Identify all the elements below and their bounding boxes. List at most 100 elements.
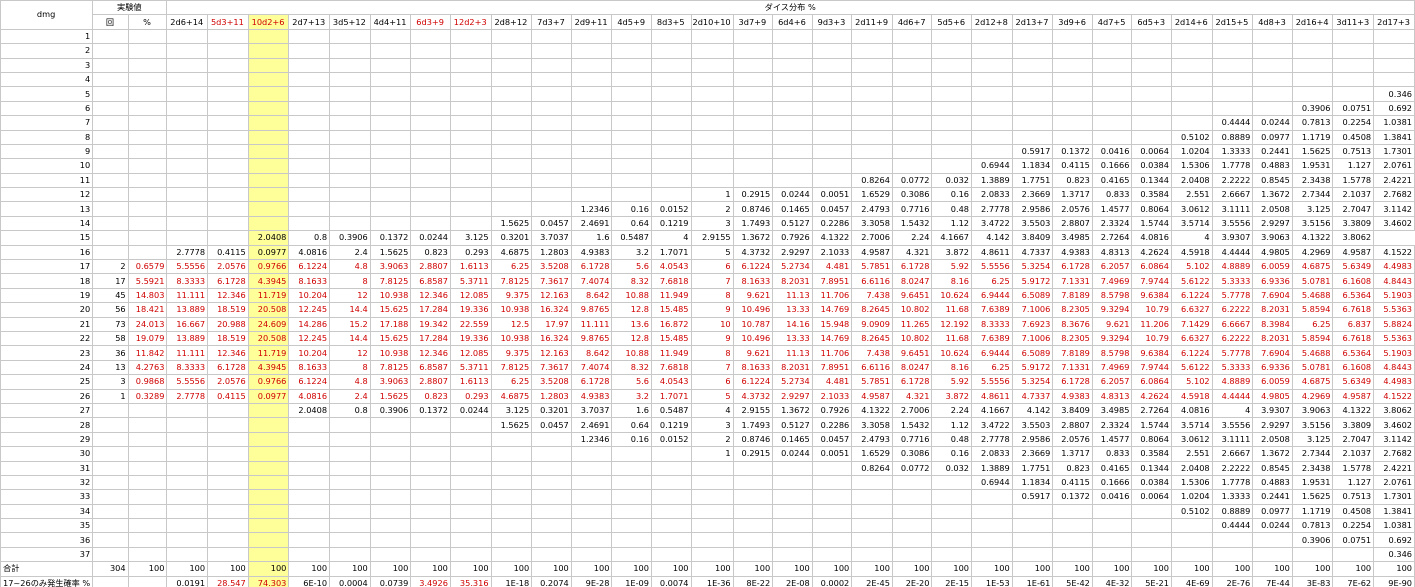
value-cell[interactable]: 11.719 — [247, 345, 290, 361]
value-cell[interactable]: 2.4221 — [1373, 460, 1415, 476]
value-cell[interactable] — [247, 503, 290, 520]
value-cell[interactable]: 4.8443 — [1373, 359, 1415, 376]
value-cell[interactable] — [811, 532, 853, 548]
dmg-cell[interactable]: 3 — [0, 57, 94, 73]
value-cell[interactable] — [1332, 57, 1375, 73]
value-cell[interactable]: 0.4115 — [1052, 474, 1093, 491]
value-cell[interactable] — [329, 546, 371, 563]
value-cell[interactable] — [971, 143, 1013, 160]
value-cell[interactable] — [570, 115, 613, 131]
value-cell[interactable]: 0.1372 — [369, 230, 412, 246]
summary-value[interactable]: 1E-09 — [611, 575, 652, 587]
value-cell[interactable] — [1252, 71, 1293, 88]
value-cell[interactable]: 2.7264 — [1091, 230, 1133, 246]
summary-value[interactable]: 100 — [1252, 561, 1293, 577]
value-cell[interactable]: 16.324 — [531, 302, 572, 318]
value-cell[interactable]: 7.8189 — [1052, 345, 1093, 361]
value-cell[interactable]: 4.4444 — [1211, 244, 1254, 261]
value-cell[interactable]: 3.5556 — [1211, 215, 1254, 232]
value-cell[interactable]: 4.9587 — [1332, 388, 1375, 404]
count-cell[interactable] — [92, 187, 129, 203]
value-cell[interactable]: 3.5714 — [1170, 417, 1213, 433]
value-cell[interactable] — [288, 43, 331, 59]
value-cell[interactable] — [207, 402, 249, 419]
value-cell[interactable] — [531, 201, 572, 217]
value-cell[interactable] — [570, 474, 613, 491]
value-cell[interactable] — [247, 143, 290, 160]
value-cell[interactable] — [410, 28, 451, 45]
value-cell[interactable] — [971, 28, 1013, 45]
value-cell[interactable]: 3 — [690, 215, 734, 232]
value-cell[interactable] — [410, 172, 451, 189]
value-cell[interactable]: 6.1728 — [570, 374, 613, 390]
value-cell[interactable] — [851, 57, 893, 73]
dmg-cell[interactable]: 33 — [0, 489, 94, 505]
value-cell[interactable]: 2.24 — [891, 230, 933, 246]
value-cell[interactable] — [410, 71, 451, 88]
value-cell[interactable]: 2.7344 — [1291, 446, 1334, 462]
value-cell[interactable] — [490, 129, 533, 145]
value-cell[interactable] — [369, 460, 412, 476]
value-cell[interactable] — [369, 518, 412, 534]
value-cell[interactable]: 0.0977 — [247, 388, 290, 404]
value-cell[interactable] — [772, 100, 813, 117]
value-cell[interactable] — [851, 546, 893, 563]
summary-value[interactable]: 1E-53 — [971, 575, 1013, 587]
value-cell[interactable] — [166, 215, 209, 232]
value-cell[interactable] — [1211, 532, 1254, 548]
value-cell[interactable] — [732, 57, 774, 73]
value-cell[interactable]: 0.48 — [931, 431, 973, 448]
value-cell[interactable] — [650, 518, 692, 534]
value-cell[interactable]: 8.32 — [611, 273, 652, 289]
summary-value[interactable]: 100 — [288, 561, 331, 577]
value-cell[interactable] — [449, 503, 492, 520]
value-cell[interactable]: 3.125 — [1291, 431, 1334, 448]
value-cell[interactable] — [490, 86, 533, 102]
value-cell[interactable] — [166, 532, 209, 548]
value-cell[interactable] — [531, 86, 572, 102]
value-cell[interactable]: 4.1322 — [851, 402, 893, 419]
value-cell[interactable]: 5 — [690, 244, 734, 261]
value-cell[interactable] — [851, 28, 893, 45]
value-cell[interactable] — [1131, 71, 1172, 88]
summary-value[interactable]: 4E-32 — [1091, 575, 1133, 587]
value-cell[interactable]: 2.7682 — [1373, 446, 1415, 462]
summary-value[interactable]: 4E-69 — [1170, 575, 1213, 587]
value-cell[interactable]: 12 — [329, 287, 371, 304]
value-cell[interactable]: 3.3809 — [1332, 417, 1375, 433]
value-cell[interactable] — [247, 402, 290, 419]
value-cell[interactable] — [247, 532, 290, 548]
value-cell[interactable]: 4.0816 — [288, 244, 331, 261]
value-cell[interactable]: 1.7778 — [1211, 474, 1254, 491]
value-cell[interactable]: 2.2222 — [1211, 460, 1254, 476]
value-cell[interactable] — [369, 532, 412, 548]
value-cell[interactable] — [811, 518, 853, 534]
percent-cell[interactable]: 19.079 — [127, 330, 168, 347]
value-cell[interactable]: 0.0051 — [811, 446, 853, 462]
value-cell[interactable]: 3.8062 — [1373, 402, 1415, 419]
value-cell[interactable] — [1211, 71, 1254, 88]
value-cell[interactable]: 9.8765 — [570, 330, 613, 347]
value-cell[interactable]: 1.1834 — [1011, 474, 1054, 491]
value-cell[interactable]: 4.142 — [971, 230, 1013, 246]
value-cell[interactable]: 6 — [690, 259, 734, 275]
value-cell[interactable] — [449, 158, 492, 174]
value-cell[interactable] — [1091, 86, 1133, 102]
value-cell[interactable]: 15.948 — [811, 316, 853, 332]
value-cell[interactable]: 2.7778 — [166, 244, 209, 261]
value-cell[interactable]: 18.519 — [207, 330, 249, 347]
value-cell[interactable] — [732, 518, 774, 534]
value-cell[interactable]: 1.6113 — [449, 374, 492, 390]
value-cell[interactable]: 8.2645 — [851, 330, 893, 347]
value-cell[interactable] — [1291, 57, 1334, 73]
value-cell[interactable]: 1.6113 — [449, 259, 492, 275]
value-cell[interactable] — [732, 28, 774, 45]
value-cell[interactable] — [1011, 503, 1054, 520]
value-cell[interactable] — [931, 86, 973, 102]
value-cell[interactable] — [369, 446, 412, 462]
value-cell[interactable]: 2.0408 — [247, 230, 290, 246]
value-cell[interactable]: 12.8 — [611, 330, 652, 347]
value-cell[interactable] — [570, 446, 613, 462]
value-cell[interactable] — [931, 57, 973, 73]
value-cell[interactable] — [369, 546, 412, 563]
